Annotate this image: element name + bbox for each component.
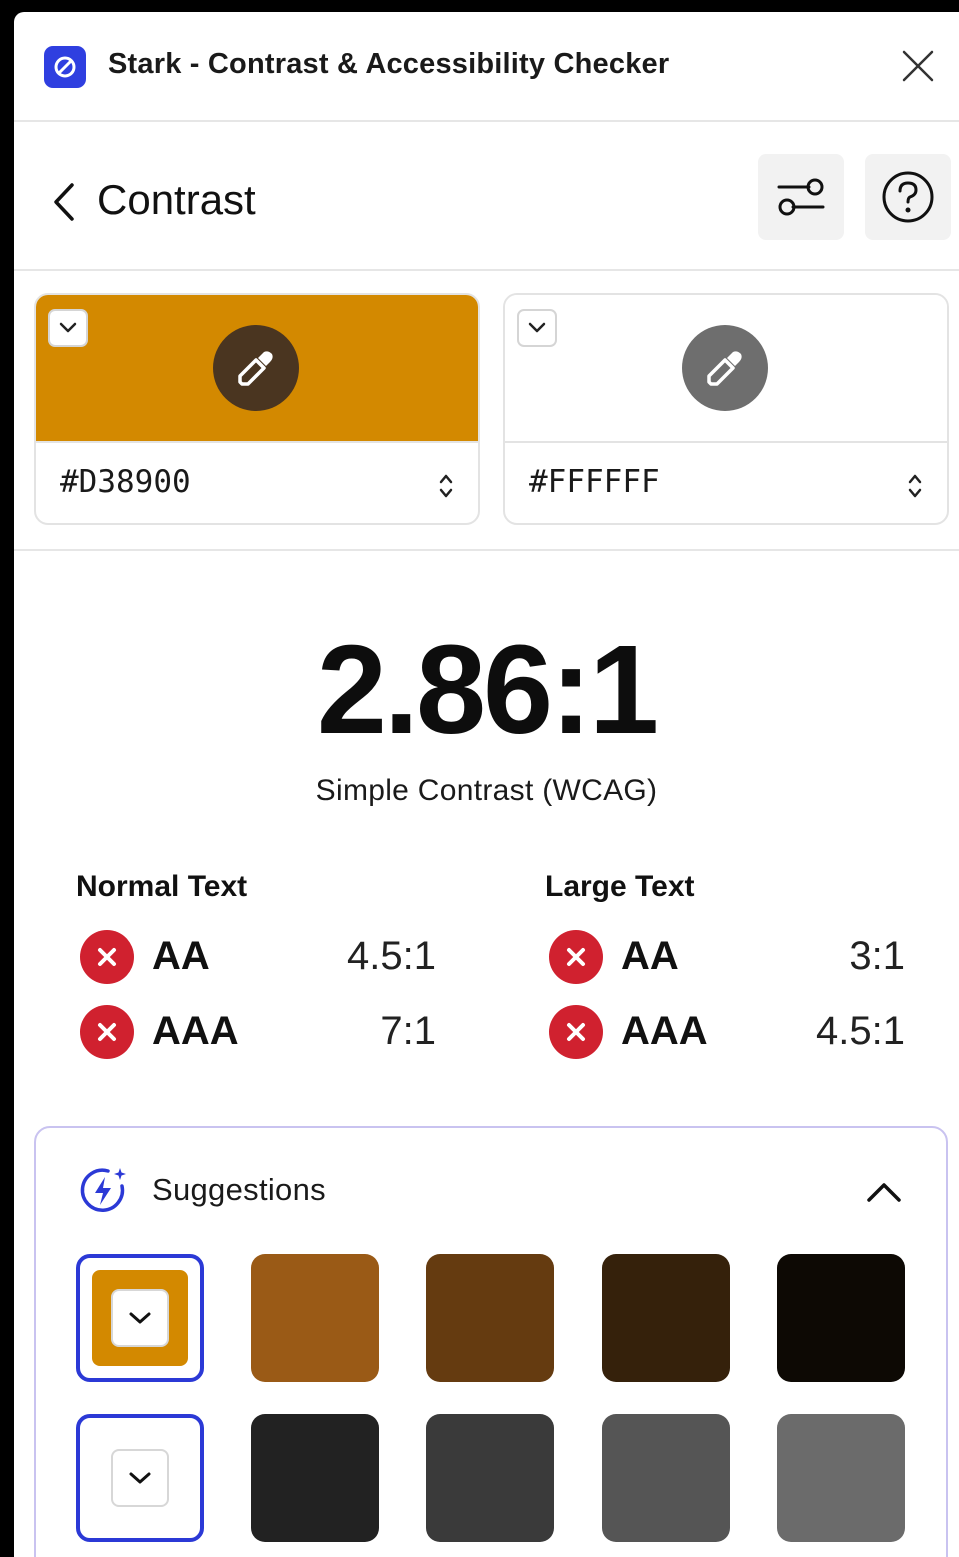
suggestion-swatch[interactable] <box>426 1414 554 1542</box>
fail-icon <box>80 930 134 984</box>
suggestion-swatch[interactable] <box>251 1254 379 1382</box>
stark-logo-icon <box>44 46 86 88</box>
background-swatch[interactable] <box>505 295 947 441</box>
chevron-down-icon <box>59 322 77 333</box>
level-label: AAA <box>621 1009 708 1053</box>
chevron-up-down-icon <box>439 474 453 498</box>
background-format-stepper[interactable] <box>905 469 925 503</box>
foreground-hex-row <box>36 441 478 523</box>
collapse-suggestions-button[interactable] <box>864 1172 904 1212</box>
lightning-icon <box>78 1164 130 1216</box>
foreground-hex-input[interactable] <box>58 463 402 501</box>
close-button[interactable] <box>898 46 938 86</box>
chevron-up-down-icon <box>908 474 922 498</box>
suggestion-swatch-current-foreground[interactable] <box>76 1254 204 1382</box>
suggestion-swatch-fill <box>92 1430 188 1526</box>
background-hex-row <box>505 441 947 523</box>
suggestion-swatch[interactable] <box>777 1254 905 1382</box>
large-text-results: Large Text AA 3:1 AAA 4.5:1 <box>545 870 905 1059</box>
large-aaa-row: AAA 4.5:1 <box>545 1003 905 1059</box>
suggestion-swatch[interactable] <box>251 1414 379 1542</box>
eyedropper-icon <box>238 351 273 386</box>
normal-aaa-row: AAA 7:1 <box>76 1003 436 1059</box>
fail-icon <box>549 930 603 984</box>
help-button[interactable] <box>865 154 951 240</box>
background-hex-input[interactable] <box>527 463 871 501</box>
chevron-down-icon <box>111 1449 169 1507</box>
close-icon <box>902 50 934 82</box>
normal-aa-row: AA 4.5:1 <box>76 928 436 984</box>
suggestion-swatch[interactable] <box>602 1414 730 1542</box>
window-title: Stark - Contrast & Accessibility Checker <box>108 48 670 80</box>
large-text-title: Large Text <box>545 870 695 903</box>
suggestion-swatch[interactable] <box>777 1414 905 1542</box>
level-label: AA <box>152 934 210 978</box>
color-pickers <box>14 271 959 551</box>
level-label: AAA <box>152 1009 239 1053</box>
suggestions-panel: Suggestions <box>34 1126 948 1557</box>
background-eyedropper-button[interactable] <box>682 325 768 411</box>
back-button[interactable] <box>46 178 82 226</box>
normal-text-results: Normal Text AA 4.5:1 AAA 7:1 <box>76 870 436 1059</box>
title-bar: Stark - Contrast & Accessibility Checker <box>14 12 959 122</box>
contrast-ratio: 2.86:1 <box>316 619 659 760</box>
chevron-down-icon <box>528 322 546 333</box>
foreground-swatch[interactable] <box>36 295 478 441</box>
foreground-color-card <box>34 293 480 525</box>
suggestion-swatch[interactable] <box>426 1254 554 1382</box>
chevron-left-icon <box>54 183 74 221</box>
level-label: AA <box>621 934 679 978</box>
large-aa-row: AA 3:1 <box>545 928 905 984</box>
suggestion-swatch-fill <box>92 1270 188 1366</box>
background-color-card <box>503 293 949 525</box>
foreground-format-stepper[interactable] <box>436 469 456 503</box>
suggestion-swatch[interactable] <box>602 1254 730 1382</box>
fail-icon <box>80 1005 134 1059</box>
foreground-eyedropper-button[interactable] <box>213 325 299 411</box>
required-ratio: 7:1 <box>380 1009 436 1053</box>
suggestion-swatch-current-background[interactable] <box>76 1414 204 1542</box>
settings-button[interactable] <box>758 154 844 240</box>
normal-text-title: Normal Text <box>76 870 248 903</box>
contrast-header: Contrast <box>14 122 959 271</box>
contrast-method-label: Simple Contrast (WCAG) <box>315 774 658 807</box>
chevron-down-icon <box>111 1289 169 1347</box>
sliders-icon <box>777 178 825 216</box>
suggestions-title: Suggestions <box>152 1172 326 1207</box>
foreground-dropdown-button[interactable] <box>48 309 88 347</box>
fail-icon <box>549 1005 603 1059</box>
chevron-up-icon <box>867 1183 901 1202</box>
required-ratio: 4.5:1 <box>816 1009 905 1053</box>
help-icon <box>882 171 934 223</box>
background-dropdown-button[interactable] <box>517 309 557 347</box>
required-ratio: 4.5:1 <box>347 934 436 978</box>
required-ratio: 3:1 <box>849 934 905 978</box>
eyedropper-icon <box>707 351 742 386</box>
page-title: Contrast <box>97 176 256 223</box>
stark-plugin-window: Stark - Contrast & Accessibility Checker… <box>14 12 959 1557</box>
